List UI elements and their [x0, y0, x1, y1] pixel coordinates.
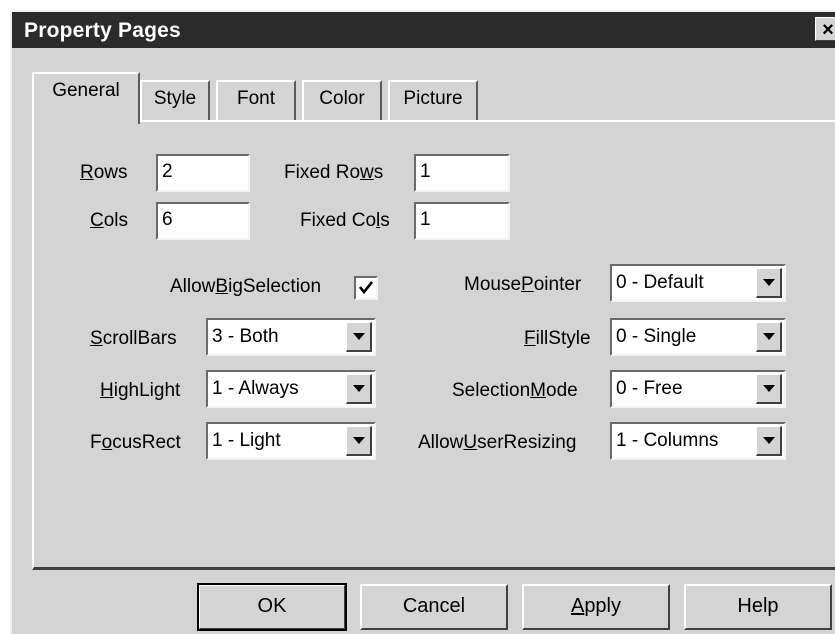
- selectionmode-dropdown[interactable]: 0 - Free: [610, 370, 786, 408]
- ok-button[interactable]: OK: [197, 583, 347, 631]
- tab-color[interactable]: Color: [302, 80, 382, 120]
- rows-field[interactable]: 2: [156, 154, 250, 192]
- highlight-value: 1 - Always: [212, 378, 299, 399]
- fixed-cols-field[interactable]: 1: [414, 202, 510, 240]
- mousepointer-label: MousePointer: [464, 274, 582, 295]
- apply-button[interactable]: Apply: [522, 584, 670, 630]
- tab-general-label: General: [52, 80, 120, 101]
- fixed-rows-label: Fixed Rows: [284, 162, 384, 183]
- allowuserresizing-label: AllowUserResizing: [418, 432, 577, 453]
- tab-style-label: Style: [153, 88, 197, 109]
- cols-field[interactable]: 6: [156, 202, 250, 240]
- focusrect-dropdown[interactable]: 1 - Light: [206, 422, 376, 460]
- highlight-label: HighLight: [100, 380, 181, 401]
- focusrect-label: FocusRect: [90, 432, 181, 453]
- tab-font[interactable]: Font: [216, 80, 296, 120]
- tab-font-label: Font: [236, 88, 276, 109]
- chevron-down-icon[interactable]: [756, 374, 782, 404]
- window-title: Property Pages: [24, 19, 181, 42]
- tab-style[interactable]: Style: [140, 80, 210, 120]
- chevron-down-icon[interactable]: [346, 322, 372, 352]
- chevron-down-icon[interactable]: [756, 322, 782, 352]
- help-button[interactable]: Help: [684, 584, 832, 630]
- fillstyle-value: 0 - Single: [616, 326, 697, 347]
- scrollbars-label: ScrollBars: [90, 328, 177, 349]
- close-button[interactable]: ×: [815, 17, 835, 41]
- mousepointer-value: 0 - Default: [616, 272, 704, 293]
- fillstyle-dropdown[interactable]: 0 - Single: [610, 318, 786, 356]
- fixed-rows-field[interactable]: 1: [414, 154, 510, 192]
- close-icon: ×: [822, 19, 834, 41]
- allowuserresizing-dropdown[interactable]: 1 - Columns: [610, 422, 786, 460]
- general-tab-panel: Rows 2 Cols 6 Fixed Rows 1 Fixed Cols 1 …: [32, 120, 835, 570]
- tab-picture[interactable]: Picture: [388, 80, 478, 120]
- fixed-cols-label: Fixed Cols: [300, 210, 390, 231]
- checkmark-icon: [358, 281, 374, 295]
- property-pages-window: Property Pages × General Style Font Colo…: [10, 10, 835, 634]
- chevron-down-icon[interactable]: [346, 374, 372, 404]
- mousepointer-dropdown[interactable]: 0 - Default: [610, 264, 786, 302]
- cols-label: Cols: [90, 210, 129, 231]
- cancel-button[interactable]: Cancel: [360, 584, 508, 630]
- tab-general[interactable]: General: [32, 72, 140, 124]
- highlight-dropdown[interactable]: 1 - Always: [206, 370, 376, 408]
- rows-label: Rows: [80, 162, 128, 183]
- chevron-down-icon[interactable]: [756, 268, 782, 298]
- allow-big-selection-label: AllowBigSelection: [170, 276, 322, 297]
- scrollbars-value: 3 - Both: [212, 326, 279, 347]
- focusrect-value: 1 - Light: [212, 430, 281, 451]
- tab-color-label: Color: [319, 88, 365, 109]
- allow-big-selection-checkbox[interactable]: [354, 276, 378, 300]
- selectionmode-value: 0 - Free: [616, 378, 683, 399]
- fillstyle-label: FillStyle: [524, 328, 591, 349]
- title-bar[interactable]: Property Pages ×: [12, 12, 835, 48]
- selectionmode-label: SelectionMode: [452, 380, 578, 401]
- chevron-down-icon[interactable]: [346, 426, 372, 456]
- tab-picture-label: Picture: [403, 88, 463, 109]
- chevron-down-icon[interactable]: [756, 426, 782, 456]
- scrollbars-dropdown[interactable]: 3 - Both: [206, 318, 376, 356]
- allowuserresizing-value: 1 - Columns: [616, 430, 719, 451]
